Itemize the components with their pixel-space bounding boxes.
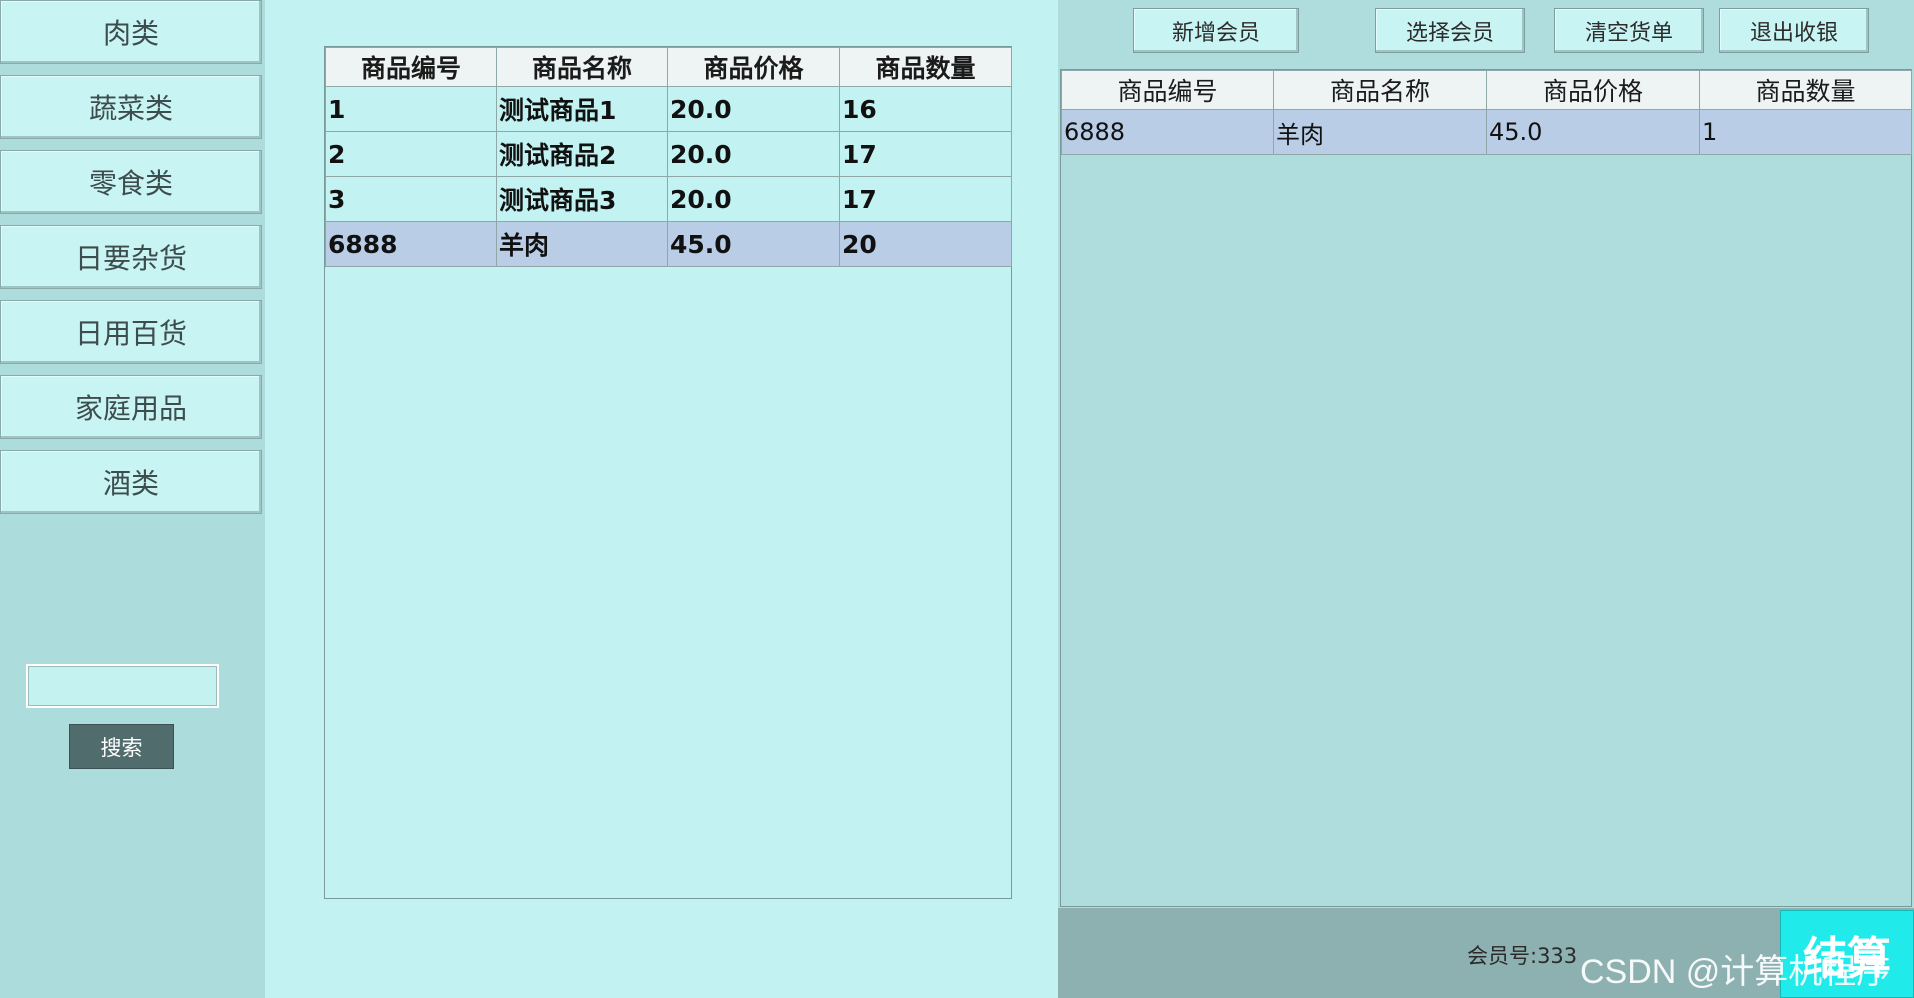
column-header-qty[interactable]: 商品数量 (1699, 70, 1912, 110)
cell-id: 1 (325, 86, 497, 132)
cell-name: 测试商品3 (496, 176, 668, 222)
table-row-selected[interactable]: 6888 羊肉 45.0 1 (1061, 109, 1912, 155)
table-header-row: 商品编号 商品名称 商品价格 商品数量 (325, 47, 1012, 87)
column-header-name[interactable]: 商品名称 (1273, 70, 1487, 110)
cell-price: 20.0 (667, 131, 840, 177)
cell-price: 45.0 (667, 221, 840, 267)
table-row-selected[interactable]: 6888 羊肉 45.0 20 (325, 221, 1012, 267)
column-header-id[interactable]: 商品编号 (1061, 70, 1274, 110)
cell-qty: 1 (1699, 109, 1912, 155)
add-member-button[interactable]: 新增会员 (1133, 8, 1299, 53)
column-header-price[interactable]: 商品价格 (667, 47, 840, 87)
cell-price: 20.0 (667, 86, 840, 132)
table-row[interactable]: 1 测试商品1 20.0 16 (325, 86, 1012, 132)
cell-qty: 17 (839, 176, 1012, 222)
cell-id: 2 (325, 131, 497, 177)
cell-id: 6888 (1061, 109, 1274, 155)
cell-qty: 20 (839, 221, 1012, 267)
table-row[interactable]: 3 测试商品3 20.0 17 (325, 176, 1012, 222)
category-sidebar: 肉类 蔬菜类 零食类 日要杂货 日用百货 家庭用品 酒类 搜索 (0, 0, 265, 998)
cell-price: 20.0 (667, 176, 840, 222)
category-liquor-button[interactable]: 酒类 (0, 450, 262, 514)
search-input[interactable] (26, 664, 219, 708)
category-groceries-button[interactable]: 日要杂货 (0, 225, 262, 289)
search-button[interactable]: 搜索 (69, 724, 174, 769)
clear-order-button[interactable]: 清空货单 (1554, 8, 1704, 53)
category-household-button[interactable]: 家庭用品 (0, 375, 262, 439)
cell-name: 羊肉 (1273, 109, 1487, 155)
cart-table[interactable]: 商品编号 商品名称 商品价格 商品数量 6888 羊肉 45.0 1 (1060, 69, 1912, 907)
category-meat-button[interactable]: 肉类 (0, 0, 262, 64)
column-header-id[interactable]: 商品编号 (325, 47, 497, 87)
watermark: CSDN @计算机程序 (1580, 953, 1891, 991)
table-header-row: 商品编号 商品名称 商品价格 商品数量 (1061, 70, 1912, 110)
category-snack-button[interactable]: 零食类 (0, 150, 262, 214)
cell-name: 测试商品1 (496, 86, 668, 132)
cell-qty: 17 (839, 131, 1012, 177)
cell-id: 3 (325, 176, 497, 222)
cell-name: 测试商品2 (496, 131, 668, 177)
exit-cashier-button[interactable]: 退出收银 (1719, 8, 1869, 53)
category-daily-goods-button[interactable]: 日用百货 (0, 300, 262, 364)
column-header-name[interactable]: 商品名称 (496, 47, 668, 87)
column-header-price[interactable]: 商品价格 (1486, 70, 1700, 110)
cell-name: 羊肉 (496, 221, 668, 267)
cell-price: 45.0 (1486, 109, 1700, 155)
select-member-button[interactable]: 选择会员 (1375, 8, 1525, 53)
table-row[interactable]: 2 测试商品2 20.0 17 (325, 131, 1012, 177)
cart-panel: 新增会员 选择会员 清空货单 退出收银 商品编号 商品名称 商品价格 商品数量 … (1058, 0, 1914, 998)
cell-qty: 16 (839, 86, 1012, 132)
member-number-label: 会员号:333 (1467, 944, 1578, 968)
product-table[interactable]: 商品编号 商品名称 商品价格 商品数量 1 测试商品1 20.0 16 2 测试… (324, 46, 1012, 899)
cell-id: 6888 (325, 221, 497, 267)
category-vegetable-button[interactable]: 蔬菜类 (0, 75, 262, 139)
column-header-qty[interactable]: 商品数量 (839, 47, 1012, 87)
